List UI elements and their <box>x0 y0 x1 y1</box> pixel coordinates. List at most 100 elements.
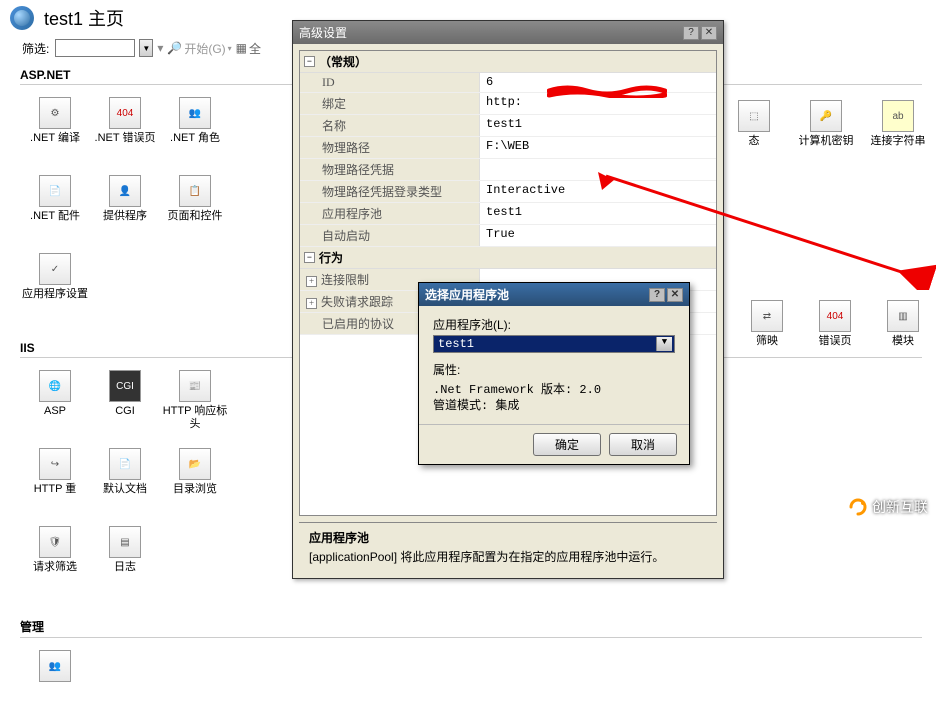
feature-logging[interactable]: ▤日志 <box>90 526 160 600</box>
feature-net-errorpages[interactable]: 404.NET 错误页 <box>90 97 160 171</box>
watermark: 创新互联 <box>848 497 928 517</box>
right-icon-strip-1: ⬚态 🔑计算机密钥 ab连接字符串 <box>724 100 928 178</box>
feature-asp[interactable]: 🌐ASP <box>20 370 90 444</box>
machine-key-icon: 🔑 <box>810 100 842 132</box>
category-behavior[interactable]: −行为 <box>300 247 716 269</box>
expand-icon[interactable]: + <box>306 298 317 309</box>
app-pool-selected-value: test1 <box>436 337 656 351</box>
app-settings-icon: ✓ <box>39 253 71 285</box>
property-description: 应用程序池 [applicationPool] 将此应用程序配置为在指定的应用程… <box>299 522 717 572</box>
feature-modules[interactable]: ▥模块 <box>878 300 928 374</box>
show-all-button[interactable]: ▦ 全 <box>236 40 261 57</box>
filter-dropdown-button[interactable]: ▼ <box>139 39 153 57</box>
feature-net-compile[interactable]: ⚙.NET 编译 <box>20 97 90 171</box>
property-description-body: [applicationPool] 将此应用程序配置为在指定的应用程序池中运行。 <box>309 548 707 565</box>
go-icon: 🔎 <box>167 41 182 55</box>
pages-icon: 📋 <box>179 175 211 207</box>
error-404-icon: 404 <box>109 97 141 129</box>
state-icon: ⬚ <box>738 100 770 132</box>
separator: ▾ <box>157 41 163 55</box>
feature-pages-controls[interactable]: 📋页面和控件 <box>160 175 230 249</box>
users-icon: 👥 <box>39 650 71 682</box>
expand-icon[interactable]: + <box>306 276 317 287</box>
aspnet-icon-grid: ⚙.NET 编译 404.NET 错误页 👥.NET 角色 📄.NET 配件 👤… <box>0 89 300 331</box>
iis-icon-grid: 🌐ASP CGICGI 📰HTTP 响应标头 ↪HTTP 重 📄默认文档 📂目录… <box>0 362 300 604</box>
pipeline-mode: 管道模式: 集成 <box>433 398 675 414</box>
feature-default-doc[interactable]: 📄默认文档 <box>90 448 160 522</box>
page-title: test1 主页 <box>44 5 124 31</box>
prop-row-phys-cred[interactable]: 物理路径凭据 <box>300 159 716 181</box>
feature-conn-string[interactable]: ab连接字符串 <box>868 100 928 174</box>
property-description-title: 应用程序池 <box>309 529 707 546</box>
feature-http-redirect[interactable]: ↪HTTP 重 <box>20 448 90 522</box>
select-app-pool-titlebar[interactable]: 选择应用程序池 ? ✕ <box>419 283 689 306</box>
divider <box>20 637 922 638</box>
mgmt-icon-grid: 👥 <box>0 642 300 728</box>
logging-icon: ▤ <box>109 526 141 558</box>
feature-net-config[interactable]: 📄.NET 配件 <box>20 175 90 249</box>
help-button[interactable]: ? <box>649 288 665 302</box>
feature-state[interactable]: ⬚态 <box>724 100 784 174</box>
asp-icon: 🌐 <box>39 370 71 402</box>
site-globe-icon <box>10 6 34 30</box>
net-framework-version: .Net Framework 版本: 2.0 <box>433 382 675 398</box>
request-filter-icon: 🛡 <box>39 526 71 558</box>
prop-row-autostart[interactable]: 自动启动True <box>300 225 716 247</box>
feature-error-pages[interactable]: 404错误页 <box>810 300 860 374</box>
app-pool-select[interactable]: test1 ▼ <box>433 335 675 353</box>
chevron-down-icon: ▾ <box>228 44 232 53</box>
category-general[interactable]: −（常规） <box>300 51 716 73</box>
http-headers-icon: 📰 <box>179 370 211 402</box>
prop-row-physical-path[interactable]: 物理路径F:\WEB <box>300 137 716 159</box>
grid-icon: ▦ <box>236 41 247 55</box>
close-button[interactable]: ✕ <box>701 26 717 40</box>
feature-app-settings[interactable]: ✓应用程序设置 <box>20 253 90 327</box>
app-pool-label: 应用程序池(L): <box>433 316 675 333</box>
dialog-title: 选择应用程序池 <box>425 286 647 303</box>
default-doc-icon: 📄 <box>109 448 141 480</box>
dir-browse-icon: 📂 <box>179 448 211 480</box>
dialog-button-row: 确定 取消 <box>419 424 689 464</box>
feature-machine-key[interactable]: 🔑计算机密钥 <box>796 100 856 174</box>
section-mgmt-header: 管理 <box>10 616 938 637</box>
right-icon-strip-2: ⇄筛映 404错误页 ▥模块 <box>742 300 928 378</box>
filter-label: 筛选: <box>22 40 49 57</box>
ok-button[interactable]: 确定 <box>533 433 601 456</box>
feature-net-roles[interactable]: 👥.NET 角色 <box>160 97 230 171</box>
prop-row-phys-logon[interactable]: 物理路径凭据登录类型Interactive <box>300 181 716 203</box>
feature-mgmt-item[interactable]: 👥 <box>20 650 90 724</box>
collapse-icon[interactable]: − <box>304 252 315 263</box>
mapping-icon: ⇄ <box>751 300 783 332</box>
cgi-icon: CGI <box>109 370 141 402</box>
modules-icon: ▥ <box>887 300 919 332</box>
advanced-settings-titlebar[interactable]: 高级设置 ? ✕ <box>293 21 723 44</box>
roles-icon: 👥 <box>179 97 211 129</box>
feature-request-filter[interactable]: 🛡请求筛选 <box>20 526 90 600</box>
feature-dir-browse[interactable]: 📂目录浏览 <box>160 448 230 522</box>
collapse-icon[interactable]: − <box>304 56 315 67</box>
prop-row-id[interactable]: ID6 <box>300 73 716 93</box>
feature-http-headers[interactable]: 📰HTTP 响应标头 <box>160 370 230 444</box>
select-app-pool-dialog: 选择应用程序池 ? ✕ 应用程序池(L): test1 ▼ 属性: .Net F… <box>418 282 690 465</box>
filter-input[interactable] <box>55 39 135 57</box>
providers-icon: 👤 <box>109 175 141 207</box>
error-404-icon: 404 <box>819 300 851 332</box>
feature-mapping[interactable]: ⇄筛映 <box>742 300 792 374</box>
start-button[interactable]: 🔎 开始(G) ▾ <box>167 40 231 57</box>
prop-row-app-pool[interactable]: 应用程序池test1 <box>300 203 716 225</box>
app-pool-info: .Net Framework 版本: 2.0 管道模式: 集成 <box>433 382 675 414</box>
feature-providers[interactable]: 👤提供程序 <box>90 175 160 249</box>
compile-icon: ⚙ <box>39 97 71 129</box>
cancel-button[interactable]: 取消 <box>609 433 677 456</box>
watermark-logo-icon <box>848 497 868 517</box>
feature-cgi[interactable]: CGICGI <box>90 370 160 444</box>
dropdown-button[interactable]: ▼ <box>656 337 672 351</box>
prop-row-name[interactable]: 名称test1 <box>300 115 716 137</box>
dialog-body: 应用程序池(L): test1 ▼ 属性: .Net Framework 版本:… <box>419 306 689 424</box>
watermark-text: 创新互联 <box>872 497 928 517</box>
help-button[interactable]: ? <box>683 26 699 40</box>
properties-label: 属性: <box>433 361 675 378</box>
prop-row-binding[interactable]: 绑定http: <box>300 93 716 115</box>
close-button[interactable]: ✕ <box>667 288 683 302</box>
dialog-title: 高级设置 <box>299 24 681 41</box>
